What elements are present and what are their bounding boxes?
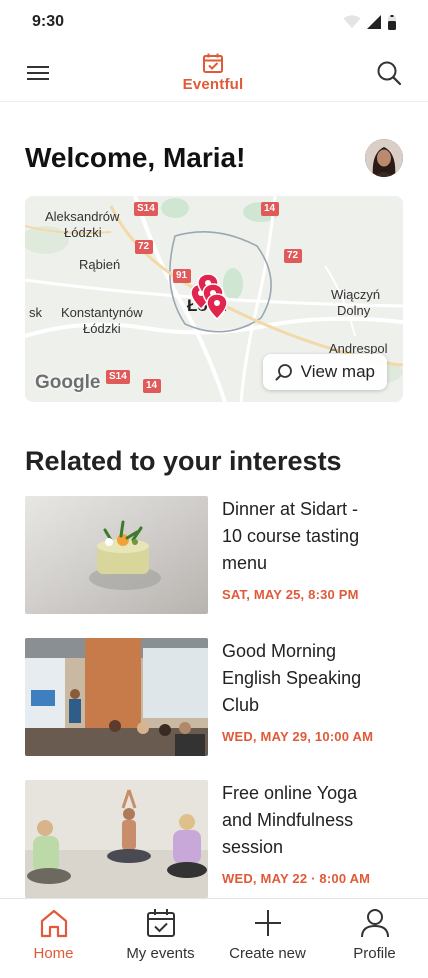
event-thumbnail [25,496,208,614]
event-title-line: 10 course tasting [222,526,360,546]
page-title: Welcome, Maria! [25,142,246,173]
event-title-line: Good Morning [222,641,337,661]
event-title-line: English Speaking [222,668,362,688]
event-date: WED, MAY 22 · 8:00 AM [222,871,371,886]
event-title-line: Club [222,695,260,715]
nav-item-home[interactable]: Home [4,907,104,962]
event-title-line: and Mindfulness [222,810,354,830]
search-icon[interactable] [376,60,402,86]
status-icons [343,14,396,30]
calendar-check-icon [146,909,175,937]
nav-item-profile[interactable]: Profile [325,907,425,962]
search-icon [275,364,292,381]
view-map-label: View map [300,362,375,381]
event-card-dinner[interactable]: Dinner at Sidart - 10 course tasting men… [25,496,403,638]
event-title-line: Dinner at Sidart - [222,499,359,519]
cellular-signal-icon [367,15,381,29]
plus-icon [254,910,281,936]
event-thumbnail [25,638,208,756]
nav-label: My events [126,945,195,962]
event-title-line: menu [222,553,268,573]
home-icon [40,909,67,938]
app-bar: Eventful [0,44,428,102]
brand-logo[interactable]: Eventful [183,52,244,93]
event-card-english-club[interactable]: Good Morning English Speaking Club WED, … [25,638,403,780]
nav-label: Create new [229,945,306,962]
user-icon [360,909,389,938]
nav-label: Profile [353,945,396,962]
menu-icon[interactable] [26,63,50,83]
status-bar: 9:30 [0,0,428,44]
event-list: Dinner at Sidart - 10 course tasting men… [25,496,403,922]
event-info: Good Morning English Speaking Club WED, … [208,638,373,780]
event-thumbnail [25,780,208,898]
event-date: SAT, MAY 25, 8:30 PM [222,587,359,602]
avatar[interactable] [365,139,403,177]
event-title-line: Free online Yoga [222,783,358,803]
section-title: Related to your interests [25,446,342,476]
map-pin-icon[interactable] [206,293,228,321]
map-preview[interactable]: Aleksandrów Łódzki Rąbień sk Konstantynó… [25,196,403,402]
battery-icon [388,14,396,30]
nav-item-my-events[interactable]: My events [111,907,211,962]
nav-label: Home [33,945,74,962]
event-title-line: session [222,837,284,857]
greeting-row: Welcome, Maria! [25,136,403,180]
view-map-button[interactable]: View map [262,354,387,390]
bottom-nav: Home My events Create new Profile [0,898,428,978]
event-date: WED, MAY 29, 10:00 AM [222,729,374,744]
calendar-check-icon [203,53,223,73]
event-info: Dinner at Sidart - 10 course tasting men… [208,496,359,638]
google-logo: Google [35,372,101,393]
status-time: 9:30 [32,13,65,30]
nav-item-create-new[interactable]: Create new [218,907,318,962]
brand-name: Eventful [182,76,244,93]
wifi-icon [343,15,361,28]
